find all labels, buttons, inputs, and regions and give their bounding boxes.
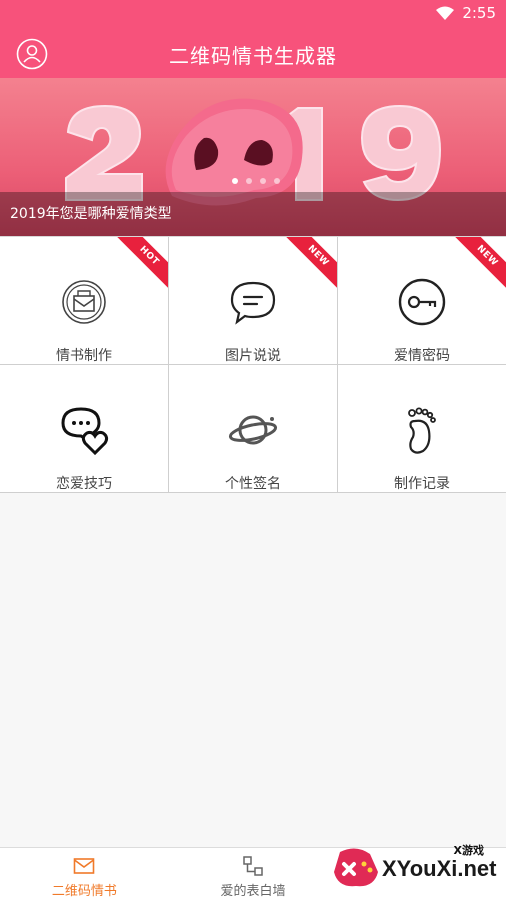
key-icon <box>398 278 446 326</box>
feature-love-tips[interactable]: 恋爱技巧 <box>0 365 169 493</box>
envelope-icon <box>62 280 106 324</box>
wifi-icon <box>436 6 455 20</box>
carousel-indicator <box>232 178 280 184</box>
new-badge: NEW <box>448 237 506 295</box>
carousel-dot[interactable] <box>246 178 252 184</box>
feature-label: 图片说说 <box>225 348 281 364</box>
hot-badge: HOT <box>110 237 168 295</box>
feature-label: 爱情密码 <box>394 348 450 364</box>
feature-label: 情书制作 <box>56 348 112 364</box>
nav-qr-love-letter[interactable]: 二维码情书 <box>0 848 169 900</box>
footprint-icon <box>408 407 436 454</box>
carousel-dot[interactable] <box>232 178 238 184</box>
feature-love-code[interactable]: 爱情密码 NEW <box>338 237 506 365</box>
nav-love-wall[interactable]: 爱的表白墙 <box>169 848 338 900</box>
chat-bubble-icon <box>230 281 276 325</box>
feature-label: 制作记录 <box>394 476 450 492</box>
feature-signature[interactable]: 个性签名 <box>169 365 338 493</box>
heart-chat-icon <box>61 407 109 455</box>
carousel-dot[interactable] <box>274 178 280 184</box>
feature-picture-post[interactable]: 图片说说 NEW <box>169 237 338 365</box>
feature-label: 恋爱技巧 <box>56 476 112 492</box>
wall-icon <box>243 856 263 876</box>
new-badge: NEW <box>279 237 337 295</box>
watermark: X游戏 XYouXi.net <box>330 842 500 894</box>
mail-icon <box>74 858 95 874</box>
status-bar: 2:55 <box>0 0 506 28</box>
feature-label: 个性签名 <box>225 476 281 492</box>
feature-grid: 情书制作 HOT 图片说说 NEW 爱情密码 NEW 恋爱技巧 个性签名 制作记… <box>0 236 506 493</box>
nav-label: 二维码情书 <box>51 884 117 899</box>
status-time: 2:55 <box>462 4 496 22</box>
feature-love-letter[interactable]: 情书制作 HOT <box>0 237 169 365</box>
nav-label: 爱的表白墙 <box>220 884 286 899</box>
page-title: 二维码情书生成器 <box>169 44 337 68</box>
planet-icon <box>228 415 278 445</box>
carousel-dot[interactable] <box>260 178 266 184</box>
banner-carousel[interactable]: 2019年您是哪种爱情类型 <box>0 78 506 236</box>
gamepad-logo-icon <box>334 848 378 887</box>
banner-caption: 2019年您是哪种爱情类型 <box>10 206 172 222</box>
feature-history[interactable]: 制作记录 <box>338 365 506 493</box>
app-bar: 二维码情书生成器 <box>0 28 506 78</box>
watermark-text: XYouXi.net <box>382 856 497 881</box>
